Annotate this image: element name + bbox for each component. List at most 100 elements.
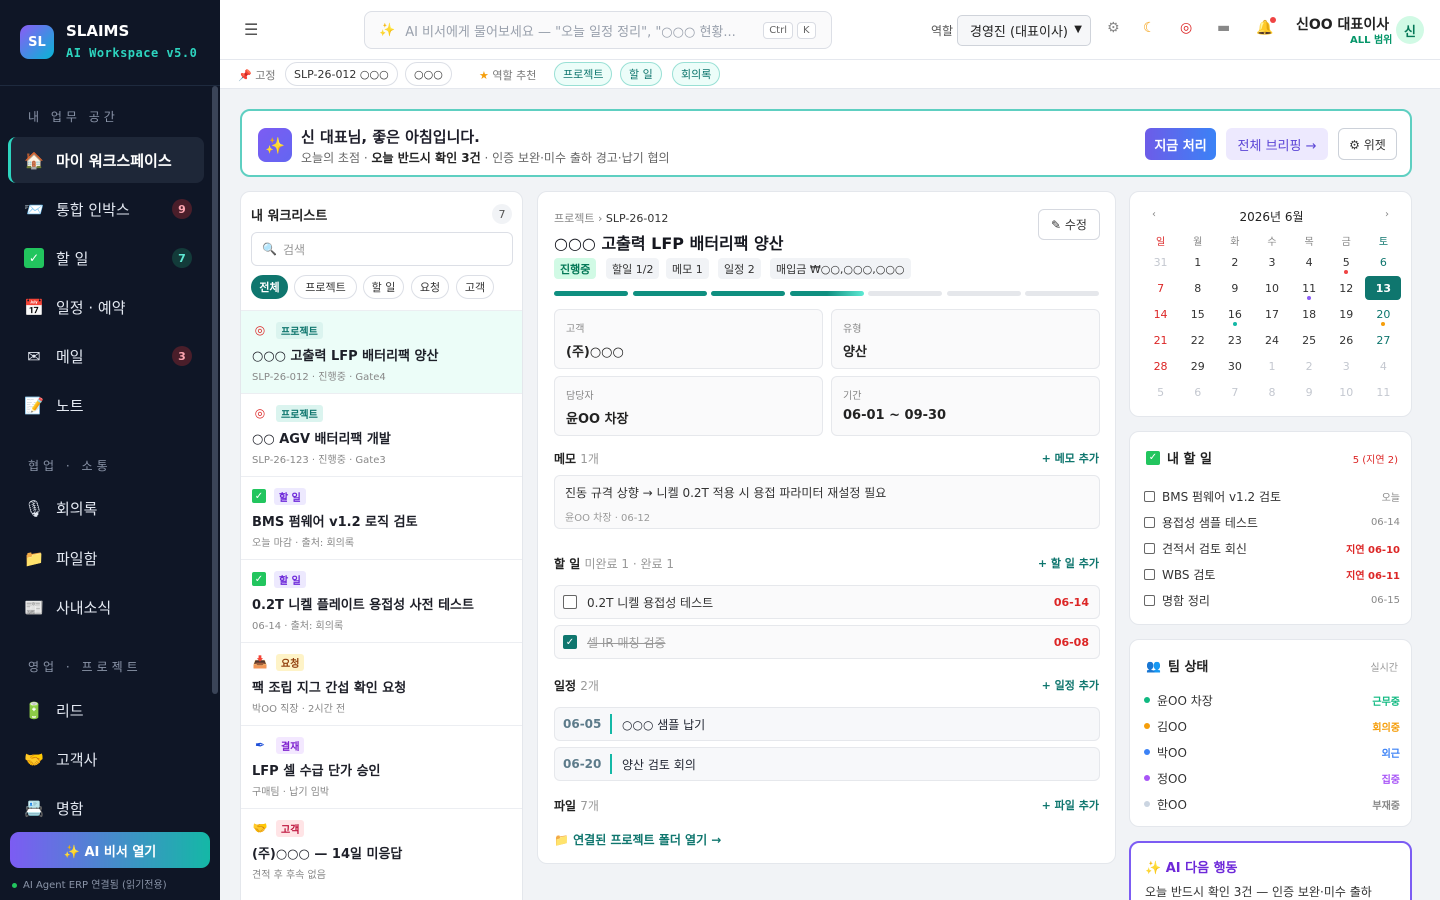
calendar-day[interactable]: 15 [1179,301,1216,327]
target-icon[interactable]: ◎ [1180,20,1192,36]
todo-item[interactable]: ✓ 셀 IR 매칭 검증 06-08 [554,625,1100,659]
my-task-item[interactable]: 명함 정리 06-15 [1144,590,1400,610]
full-briefing-button[interactable]: 전체 브리핑 → [1226,128,1328,160]
ai-search-input[interactable]: ✨ AI 비서에게 물어보세요 — "오늘 일정 정리", "○○○ 현황...… [364,11,832,49]
sidebar-item-customers[interactable]: 🤝 고객사 [8,736,204,782]
calendar-day[interactable]: 13 [1365,275,1402,301]
moon-icon[interactable]: ☾ [1143,20,1156,36]
calendar-day[interactable]: 5 [1142,379,1179,405]
calendar-day[interactable]: 19 [1328,301,1365,327]
calendar-day[interactable]: 26 [1328,327,1365,353]
filter-customer[interactable]: 고객 [456,275,494,299]
calendar-day[interactable]: 20 [1365,301,1402,327]
task-checkbox[interactable] [1144,490,1155,502]
add-todo-button[interactable]: + 할 일 추가 [1038,555,1099,571]
calendar-day[interactable]: 1 [1179,249,1216,275]
sidebar-scrollbar[interactable] [212,86,218,694]
settings-gear-icon[interactable]: ⚙ [1107,20,1120,36]
calendar-day[interactable]: 11 [1365,379,1402,405]
calendar-day[interactable]: 4 [1365,353,1402,379]
calendar-day[interactable]: 30 [1216,353,1253,379]
my-task-item[interactable]: BMS 펌웨어 v1.2 검토 오늘 [1144,486,1400,506]
event-item[interactable]: 06-20 양산 검토 회의 [554,747,1100,781]
sidebar-item-cards[interactable]: 📇 명함 [8,785,204,831]
calendar-day[interactable]: 24 [1253,327,1290,353]
sidebar-item-news[interactable]: 📰 사내소식 [8,584,204,630]
calendar-day[interactable]: 7 [1216,379,1253,405]
calendar-day[interactable]: 2 [1216,249,1253,275]
calendar-day[interactable]: 6 [1365,249,1402,275]
menu-icon[interactable]: ☰ [244,20,258,39]
calendar-day[interactable]: 23 [1216,327,1253,353]
rec-chip-todo[interactable]: 할 일 [620,62,662,86]
calendar-day[interactable]: 18 [1291,301,1328,327]
calendar-day[interactable]: 16 [1216,301,1253,327]
memo-item[interactable]: 진동 규격 상향 → 니켈 0.2T 적용 시 용접 파라미터 재설정 필요 윤… [554,475,1100,529]
sidebar-item-workspace[interactable]: 🏠 마이 워크스페이스 [8,137,204,183]
calendar-day[interactable]: 4 [1291,249,1328,275]
calendar-day[interactable]: 25 [1291,327,1328,353]
calendar-day[interactable]: 12 [1328,275,1365,301]
calendar-day[interactable]: 27 [1365,327,1402,353]
avatar[interactable]: 신 [1396,16,1424,44]
calendar-day[interactable]: 14 [1142,301,1179,327]
open-ai-assistant-button[interactable]: ✨ AI 비서 열기 [10,832,210,868]
pinned-chip[interactable]: ○○○ [405,62,452,86]
calendar-day[interactable]: 17 [1253,301,1290,327]
team-member[interactable]: 윤OO 차장 근무중 [1144,690,1400,710]
todo-checkbox[interactable] [563,595,577,609]
monitor-icon[interactable]: ▬ [1217,20,1230,36]
filter-project[interactable]: 프로젝트 [294,275,357,299]
calendar-next-icon[interactable]: › [1385,209,1389,220]
task-checkbox[interactable] [1144,594,1155,606]
calendar-day[interactable]: 6 [1179,379,1216,405]
calendar-day[interactable]: 7 [1142,275,1179,301]
sidebar-item-leads[interactable]: 🔋 리드 [8,687,204,733]
team-member[interactable]: 박OO 외근 [1144,742,1400,762]
calendar-day[interactable]: 1 [1253,353,1290,379]
my-task-item[interactable]: 용접성 샘플 테스트 06-14 [1144,512,1400,532]
worklist-search-input[interactable]: 🔍 검색 [251,232,513,266]
pinned-chip[interactable]: SLP-26-012 ○○○ [285,62,398,86]
filter-todo[interactable]: 할 일 [363,275,404,299]
calendar-day[interactable]: 5 [1328,249,1365,275]
task-checkbox[interactable] [1144,568,1155,580]
open-project-folder-link[interactable]: 📁 연결된 프로젝트 폴더 열기 → [554,831,721,848]
calendar-day[interactable]: 10 [1253,275,1290,301]
rec-chip-project[interactable]: 프로젝트 [554,62,613,86]
worklist-item[interactable]: 📥 요청 팩 조립 지그 간섭 확인 요청 박OO 직장 · 2시간 전 [241,642,522,725]
calendar-day[interactable]: 9 [1291,379,1328,405]
edit-button[interactable]: ✎ 수정 [1038,209,1100,240]
my-task-item[interactable]: WBS 검토 지연 06-11 [1144,564,1400,584]
add-event-button[interactable]: + 일정 추가 [1042,677,1099,693]
event-item[interactable]: 06-05 ○○○ 샘플 납기 [554,707,1100,741]
task-checkbox[interactable] [1144,542,1155,554]
sidebar-item-minutes[interactable]: 🎙 회의록 [8,485,204,531]
calendar-day[interactable]: 3 [1328,353,1365,379]
sidebar-item-calendar[interactable]: 📅 일정 · 예약 [8,284,204,330]
worklist-item[interactable]: ◎ 프로젝트 ○○○ 고출력 LFP 배터리팩 양산 SLP-26-012 · 진… [241,310,522,393]
task-checkbox[interactable] [1144,516,1155,528]
role-select[interactable]: 경영진 (대표이사) ▼ [957,15,1091,46]
add-memo-button[interactable]: + 메모 추가 [1042,450,1099,466]
calendar-day[interactable]: 11 [1291,275,1328,301]
sidebar-item-todo[interactable]: ✓ 할 일 7 [8,235,204,281]
todo-item[interactable]: 0.2T 니켈 용접성 테스트 06-14 [554,585,1100,619]
calendar-day[interactable]: 2 [1291,353,1328,379]
sidebar-item-inbox[interactable]: 📨 통합 인박스 9 [8,186,204,232]
worklist-item[interactable]: 🤝 고객 (주)○○○ — 14일 미응답 견적 후 후속 없음 [241,808,522,891]
team-member[interactable]: 정OO 집중 [1144,768,1400,788]
calendar-day[interactable]: 21 [1142,327,1179,353]
calendar-day[interactable]: 10 [1328,379,1365,405]
logo[interactable]: SL [20,25,54,59]
filter-request[interactable]: 요청 [411,275,449,299]
widget-button[interactable]: ⚙ 위젯 [1338,128,1397,160]
breadcrumb-parent[interactable]: 프로젝트 [554,212,594,225]
worklist-item[interactable]: ✓ 할 일 BMS 펌웨어 v1.2 로직 검토 오늘 마감 · 출처: 회의록 [241,476,522,559]
add-file-button[interactable]: + 파일 추가 [1042,797,1099,813]
todo-checkbox-checked[interactable]: ✓ [563,635,577,649]
calendar-day[interactable]: 31 [1142,249,1179,275]
calendar-day[interactable]: 28 [1142,353,1179,379]
team-member[interactable]: 김OO 회의중 [1144,716,1400,736]
sidebar-item-mail[interactable]: ✉ 메일 3 [8,333,204,379]
